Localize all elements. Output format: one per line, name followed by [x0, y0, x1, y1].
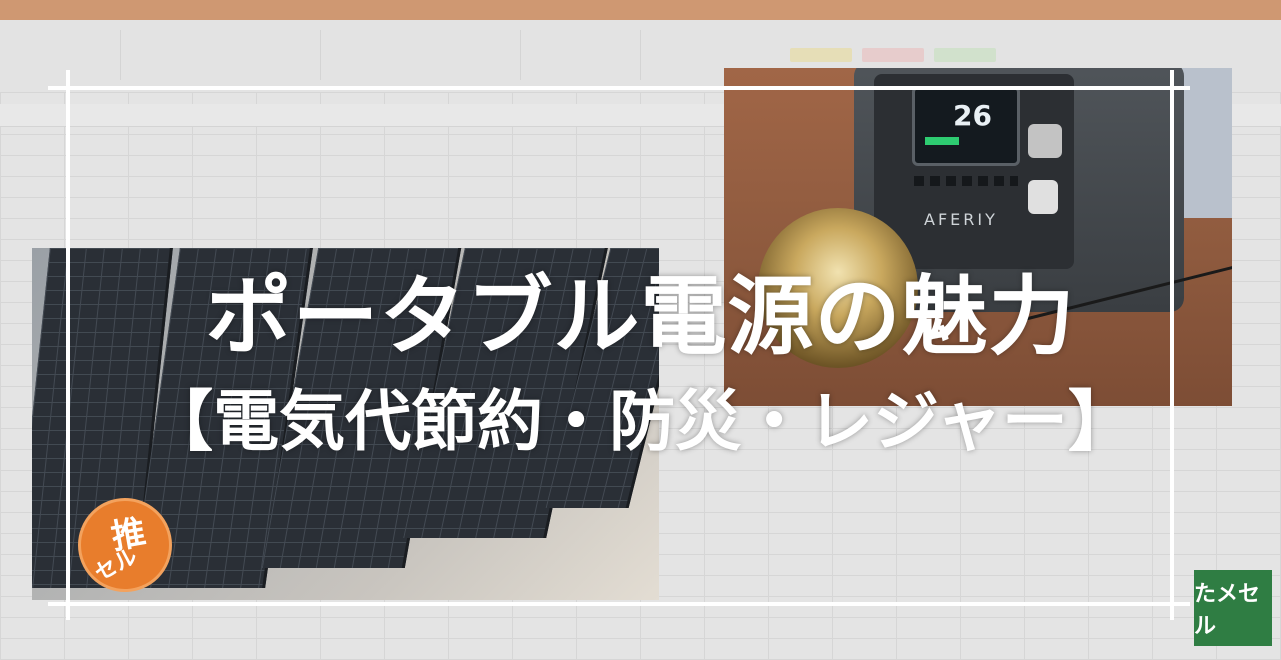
lcd-value: 26 [953, 99, 992, 132]
battery-bar [925, 137, 959, 145]
site-logo-text: たメセル [1194, 582, 1261, 639]
site-logo: たメセル [1194, 570, 1272, 646]
lcd-display: 26 [912, 86, 1020, 166]
headline-subtitle: 【電気代節約・防災・レジャー】 [147, 383, 1134, 460]
headline-title: ポータブル電源の魅力 [205, 267, 1076, 367]
frame-bottom [48, 602, 1190, 606]
frame-top [48, 86, 1190, 90]
ac-button [1028, 180, 1058, 214]
output-ports [914, 176, 1018, 186]
brand-label: AFERIY [924, 210, 998, 229]
power-button [1028, 124, 1062, 158]
recommend-stamp: 推 セル [78, 498, 172, 592]
